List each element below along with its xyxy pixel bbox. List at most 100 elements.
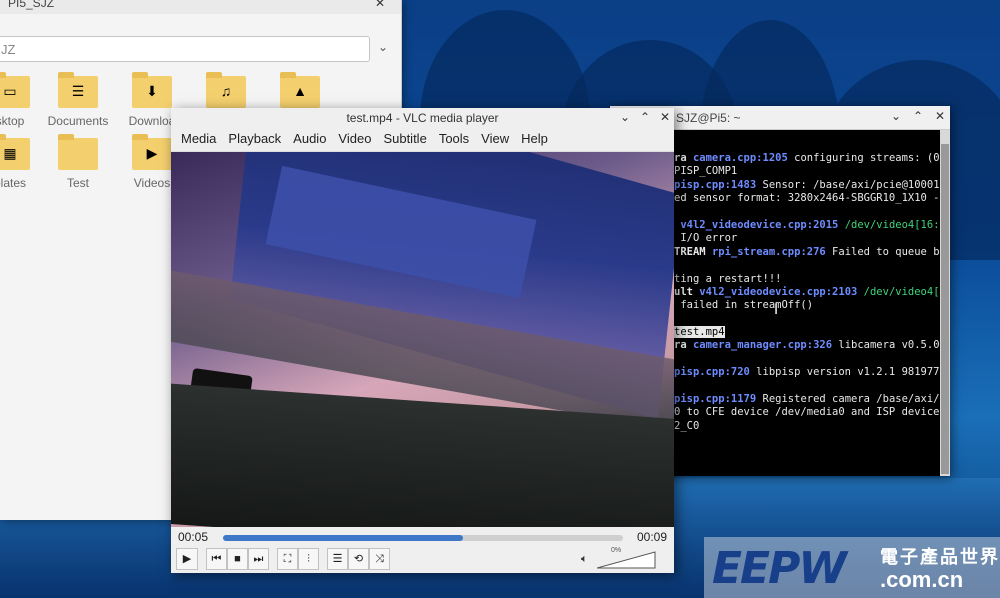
menu-subtitle[interactable]: Subtitle xyxy=(377,128,432,151)
vlc-title: test.mp4 - VLC media player xyxy=(346,111,499,125)
video-frame[interactable] xyxy=(171,152,674,527)
scrollbar-thumb[interactable] xyxy=(941,144,949,474)
terminal-line: ting a restart!!! xyxy=(674,273,940,286)
terminal-text: v4l2_videodevice.cpp:2103 xyxy=(699,285,858,298)
terminal-text: pisp.cpp:1179 xyxy=(674,393,757,406)
terminal-line: failed in streamOff() xyxy=(674,299,940,312)
terminal-text: Registered camera /base/axi/p xyxy=(756,393,941,406)
terminal-text: ed sensor format: 3280x2464-SBGGR10_1X10… xyxy=(674,192,940,205)
maximize-icon[interactable]: ⌃ xyxy=(910,109,926,123)
fullscreen-button[interactable]: ⛶ xyxy=(277,548,298,570)
terminal-line: PISP_COMP1 xyxy=(674,165,940,178)
terminal-line: test.mp4 xyxy=(674,326,940,339)
file-item-label: Documents xyxy=(47,114,109,128)
music-folder-icon: ♫ xyxy=(206,72,246,108)
menu-audio[interactable]: Audio xyxy=(287,128,332,151)
terminal-text: rpi_stream.cpp:276 xyxy=(711,245,826,258)
terminal-text: failed in streamOff() xyxy=(674,299,814,312)
terminal-text: PISP_COMP1 xyxy=(674,165,738,178)
templates-folder-icon: ▦ xyxy=(0,134,30,170)
folder-glyph: ☰ xyxy=(71,83,85,99)
terminal-text: ra xyxy=(674,152,693,164)
watermark-cn: 電子產品世界 xyxy=(880,547,1000,567)
chevron-down-icon[interactable]: ⌄ xyxy=(378,40,388,54)
file-item[interactable]: Test xyxy=(38,134,118,190)
previous-button[interactable]: ⏮ xyxy=(206,548,227,570)
terminal-text: camera_manager.cpp:326 xyxy=(692,339,833,352)
terminal-line: pisp.cpp:720 libpisp version v1.2.1 9819… xyxy=(674,366,940,379)
extended-settings-button[interactable]: ⫶ xyxy=(298,548,319,570)
seek-bar: 00:05 00:09 xyxy=(171,527,674,547)
terminal-title: SJZ@Pi5: ~ xyxy=(676,111,741,125)
terminal-text: Failed to queue bu xyxy=(825,245,940,258)
vlc-titlebar[interactable]: test.mp4 - VLC media player ⌄ ⌃ ✕ xyxy=(171,108,674,128)
menu-tools[interactable]: Tools xyxy=(433,128,475,151)
play-button[interactable]: ▶ xyxy=(176,548,198,570)
terminal-line: TREAM rpi_stream.cpp:276 Failed to queue… xyxy=(674,246,940,259)
folder-glyph: ⬇ xyxy=(146,83,158,99)
folder-glyph: ▲ xyxy=(293,83,307,99)
terminal-line: pisp.cpp:1179 Registered camera /base/ax… xyxy=(674,393,940,406)
file-manager-title: PI5_SJZ xyxy=(8,0,55,10)
menu-view[interactable]: View xyxy=(475,128,515,151)
terminal-text: libcamera v0.5.0+ xyxy=(832,339,940,352)
shuffle-button[interactable]: ⤨ xyxy=(369,548,390,570)
menu-help[interactable]: Help xyxy=(515,128,554,151)
vlc-menubar: Media Playback Audio Video Subtitle Tools View… xyxy=(171,128,674,152)
terminal-text: v4l2_videodevice.cpp:2015 xyxy=(674,218,839,231)
maximize-icon[interactable]: ⌃ xyxy=(637,110,653,124)
next-button[interactable]: ⏭ xyxy=(248,548,269,570)
terminal-line: ra camera_manager.cpp:326 libcamera v0.5… xyxy=(674,339,940,352)
file-item[interactable]: ☰ Documents xyxy=(38,72,118,128)
volume-icon[interactable]: 🔈︎ xyxy=(581,553,588,566)
terminal-text: ting a restart!!! xyxy=(674,272,782,285)
volume-slider[interactable] xyxy=(597,551,657,569)
terminal-text: I/O error xyxy=(674,232,738,245)
vlc-controls: ▶ ⏮ ■ ⏭ ⛶ ⫶ ☰ ⟲ ⤨ 🔈︎ 0% xyxy=(171,547,674,573)
menu-media[interactable]: Media xyxy=(175,128,222,151)
folder-glyph: ▭ xyxy=(3,83,17,99)
close-icon[interactable]: ✕ xyxy=(657,110,673,124)
terminal-scrollbar[interactable] xyxy=(940,130,950,476)
file-manager-titlebar[interactable]: PI5_SJZ ✕ xyxy=(0,0,401,14)
terminal-text: Sensor: /base/axi/pcie@100012 xyxy=(756,178,941,191)
terminal-line: 0 to CFE device /dev/media0 and ISP devi… xyxy=(674,406,940,419)
seek-progress xyxy=(223,535,463,541)
loop-button[interactable]: ⟲ xyxy=(348,548,369,570)
close-icon[interactable]: ✕ xyxy=(932,109,948,123)
terminal-text: configuring streams: (0) xyxy=(787,152,940,164)
menu-video[interactable]: Video xyxy=(332,128,377,151)
file-item-label: Test xyxy=(66,176,89,190)
terminal-text: 2_C0 xyxy=(674,419,700,432)
terminal-line: 2_C0 xyxy=(674,420,940,433)
terminal-text: ult xyxy=(674,285,700,298)
watermark-domain: .com.cn xyxy=(880,567,964,592)
playlist-button[interactable]: ☰ xyxy=(327,548,348,570)
seek-slider[interactable] xyxy=(223,535,623,541)
folder-icon xyxy=(58,134,98,170)
terminal-line: v4l2_videodevice.cpp:2015 /dev/video4[16… xyxy=(674,219,940,232)
menu-playback[interactable]: Playback xyxy=(222,128,287,151)
downloads-folder-icon: ⬇ xyxy=(132,72,172,108)
volume-percent: 0% xyxy=(611,547,622,554)
terminal-text: 0 to CFE device /dev/media0 and ISP devi… xyxy=(674,406,940,419)
watermark-logo: EEPW xyxy=(712,543,847,594)
stop-button[interactable]: ■ xyxy=(227,548,248,570)
terminal-text: pisp.cpp:720 xyxy=(674,366,750,379)
path-field[interactable]: JZ xyxy=(0,36,370,62)
terminal-line: ed sensor format: 3280x2464-SBGGR10_1X10… xyxy=(674,192,940,205)
text-cursor-icon: I xyxy=(774,302,779,318)
terminal-text: /dev/video4[1 xyxy=(857,285,940,298)
terminal-line: ra camera.cpp:1205 configuring streams: … xyxy=(674,152,940,165)
terminal-text: test.mp4 xyxy=(674,326,725,339)
close-icon[interactable]: ✕ xyxy=(375,0,385,10)
terminal-text: ra xyxy=(674,339,693,352)
watermark: EEPW 電子產品世界 .com.cn xyxy=(704,537,1000,598)
terminal-text: TREAM xyxy=(674,245,712,258)
minimize-icon[interactable]: ⌄ xyxy=(888,109,904,123)
minimize-icon[interactable]: ⌄ xyxy=(617,110,633,124)
